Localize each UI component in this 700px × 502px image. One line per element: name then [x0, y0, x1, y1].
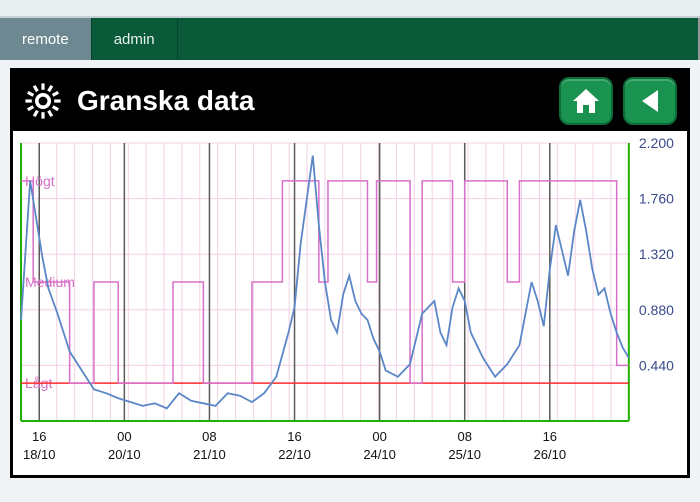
svg-text:00: 00	[117, 429, 131, 444]
device-header: Granska data	[13, 71, 687, 131]
back-button[interactable]	[623, 77, 677, 125]
svg-text:24/10: 24/10	[363, 447, 396, 462]
home-button[interactable]	[559, 77, 613, 125]
svg-text:25/10: 25/10	[448, 447, 481, 462]
svg-text:1.760: 1.760	[639, 191, 674, 207]
page-title: Granska data	[77, 85, 549, 117]
svg-text:21/10: 21/10	[193, 447, 226, 462]
device-frame: Granska data HögtMediumLågt0.4400.8801.3…	[10, 68, 690, 478]
tab-remote[interactable]: remote	[0, 18, 92, 60]
svg-text:1.320: 1.320	[639, 246, 674, 262]
gear-icon[interactable]	[23, 81, 63, 121]
svg-text:2.200: 2.200	[639, 135, 674, 151]
svg-text:16: 16	[32, 429, 46, 444]
home-icon	[570, 86, 602, 116]
tab-row: remote admin	[0, 18, 700, 60]
svg-text:18/10: 18/10	[23, 447, 56, 462]
svg-text:22/10: 22/10	[278, 447, 311, 462]
svg-text:0.440: 0.440	[639, 357, 674, 373]
svg-text:26/10: 26/10	[534, 447, 567, 462]
chart-area: HögtMediumLågt0.4400.8801.3201.7602.2001…	[13, 131, 687, 475]
svg-text:16: 16	[543, 429, 557, 444]
svg-text:0.880: 0.880	[639, 302, 674, 318]
svg-text:08: 08	[457, 429, 471, 444]
back-arrow-icon	[636, 86, 664, 116]
svg-text:16: 16	[287, 429, 301, 444]
svg-text:20/10: 20/10	[108, 447, 141, 462]
tab-admin[interactable]: admin	[92, 18, 178, 60]
svg-text:00: 00	[372, 429, 386, 444]
svg-text:08: 08	[202, 429, 216, 444]
